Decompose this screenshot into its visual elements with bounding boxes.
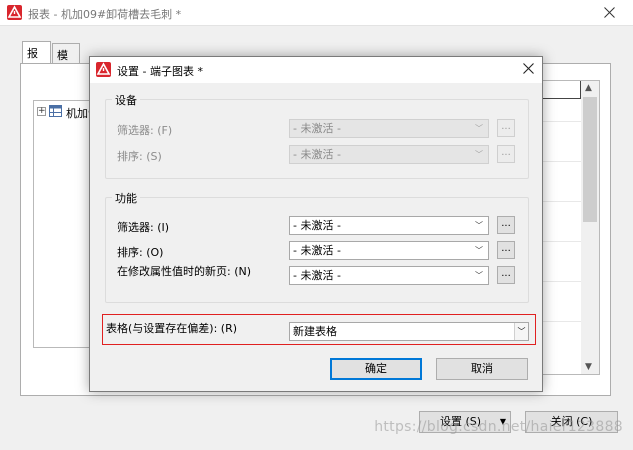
device-sort-browse-button[interactable]: ... bbox=[497, 145, 515, 163]
chevron-down-icon: ﹀ bbox=[475, 271, 483, 280]
chevron-down-icon: ﹀ bbox=[514, 323, 528, 340]
report-grid: ▲ ▼ bbox=[540, 80, 600, 375]
grid-row-line bbox=[541, 121, 581, 122]
function-filter-label: 筛选器: (I) bbox=[117, 221, 170, 234]
scroll-up-icon[interactable]: ▲ bbox=[585, 83, 592, 93]
chevron-down-icon: ﹀ bbox=[475, 150, 483, 159]
function-sort-label: 排序: (O) bbox=[117, 246, 164, 259]
function-sort-browse-button[interactable]: ... bbox=[497, 241, 515, 259]
device-filter-select[interactable]: - 未激活 - ﹀ bbox=[289, 119, 489, 138]
grid-row-line bbox=[541, 281, 581, 282]
grid-header bbox=[541, 81, 581, 99]
table-label: 表格(与设置存在偏差): (R) bbox=[106, 322, 238, 335]
chevron-down-icon: ﹀ bbox=[475, 124, 483, 133]
cancel-button[interactable]: 取消 bbox=[436, 358, 528, 380]
function-filter-select[interactable]: - 未激活 - ﹀ bbox=[289, 216, 489, 235]
dialog-close-icon[interactable] bbox=[523, 63, 534, 77]
watermark-url: https://blog.csdn.net/haier123888 bbox=[374, 419, 623, 435]
tab-template[interactable]: 模板 bbox=[52, 43, 80, 78]
function-filter-browse-button[interactable]: ... bbox=[497, 216, 515, 234]
chevron-down-icon: ﹀ bbox=[475, 221, 483, 230]
device-sort-label: 排序: (S) bbox=[117, 150, 162, 163]
grid-row-line bbox=[541, 201, 581, 202]
function-sort-value: - 未激活 - bbox=[293, 244, 341, 257]
new-page-value: - 未激活 - bbox=[293, 269, 341, 282]
dialog-title-bar: 设置 - 端子图表 * bbox=[90, 57, 542, 83]
table-select[interactable]: 新建表格 ﹀ bbox=[289, 322, 529, 341]
function-sort-select[interactable]: - 未激活 - ﹀ bbox=[289, 241, 489, 260]
chevron-down-icon: ﹀ bbox=[475, 246, 483, 255]
device-group: 设备 bbox=[105, 92, 529, 179]
new-page-select[interactable]: - 未激活 - ﹀ bbox=[289, 266, 489, 285]
app-logo-icon bbox=[7, 5, 22, 20]
device-sort-select[interactable]: - 未激活 - ﹀ bbox=[289, 145, 489, 164]
device-sort-value: - 未激活 - bbox=[293, 148, 341, 161]
grid-vertical-scrollbar[interactable]: ▲ ▼ bbox=[581, 81, 599, 374]
scroll-thumb[interactable] bbox=[583, 97, 597, 222]
new-page-browse-button[interactable]: ... bbox=[497, 266, 515, 284]
scroll-down-icon[interactable]: ▼ bbox=[585, 362, 592, 372]
device-group-title: 设备 bbox=[112, 92, 140, 108]
device-filter-value: - 未激活 - bbox=[293, 122, 341, 135]
window-title: 报表 - 机加09#卸荷槽去毛刺 * bbox=[28, 8, 182, 21]
device-filter-browse-button[interactable]: ... bbox=[497, 119, 515, 137]
ok-button[interactable]: 确定 bbox=[330, 358, 422, 380]
table-icon bbox=[49, 105, 62, 117]
new-page-label: 在修改属性值时的新页: (N) bbox=[117, 265, 252, 278]
grid-row-line bbox=[541, 321, 581, 322]
tree-expand-icon[interactable]: + bbox=[37, 107, 46, 116]
window-close-icon[interactable] bbox=[587, 0, 633, 26]
table-value: 新建表格 bbox=[293, 325, 337, 338]
tab-report[interactable]: 报表 bbox=[22, 41, 51, 76]
function-filter-value: - 未激活 - bbox=[293, 219, 341, 232]
device-filter-label: 筛选器: (F) bbox=[117, 124, 173, 137]
dialog-title: 设置 - 端子图表 * bbox=[117, 65, 203, 78]
settings-dialog: 设置 - 端子图表 * 设备 筛选器: (F) - 未激活 - ﹀ ... 排序… bbox=[89, 56, 543, 392]
function-group-title: 功能 bbox=[112, 190, 140, 206]
grid-row-line bbox=[541, 241, 581, 242]
grid-row-line bbox=[541, 161, 581, 162]
window-title-bar: 报表 - 机加09#卸荷槽去毛刺 * bbox=[0, 0, 633, 26]
app-logo-icon bbox=[96, 62, 111, 77]
